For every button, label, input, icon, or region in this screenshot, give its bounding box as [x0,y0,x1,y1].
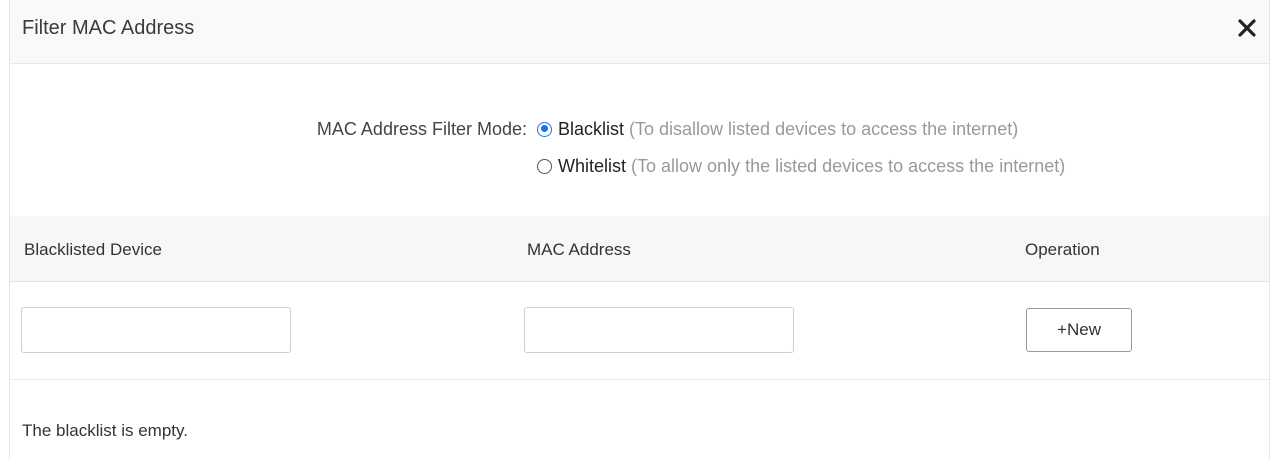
filter-mode-label: MAC Address Filter Mode: [316,119,527,139]
empty-list-message: The blacklist is empty. [22,421,188,440]
dialog-title: Filter MAC Address [22,17,195,39]
close-button[interactable] [1235,16,1259,40]
new-button[interactable]: +New [1026,308,1132,352]
column-header-operation: Operation [1025,240,1100,259]
blacklist-option-description: (To disallow listed devices to access th… [629,119,1019,139]
mac-address-input[interactable] [524,307,794,353]
blacklist-option-name: Blacklist [558,119,625,139]
blacklist-radio[interactable] [537,121,552,137]
device-name-input[interactable] [21,307,291,353]
whitelist-radio-option[interactable]: Whitelist (To allow only the listed devi… [537,155,1065,177]
table-header: Blacklisted Device MAC Address Operation [10,216,1269,282]
whitelist-option-description: (To allow only the listed devices to acc… [631,156,1066,176]
whitelist-radio[interactable] [537,158,552,174]
close-icon [1238,19,1256,37]
whitelist-option-name: Whitelist [558,156,627,176]
column-header-mac: MAC Address [527,240,631,259]
blacklist-radio-option[interactable]: Blacklist (To disallow listed devices to… [537,118,1018,140]
column-header-device: Blacklisted Device [24,240,162,259]
filter-mac-dialog: Filter MAC Address MAC Address Filter Mo… [9,0,1270,459]
dialog-header: Filter MAC Address [10,0,1269,64]
table-input-row: +New [10,282,1269,380]
